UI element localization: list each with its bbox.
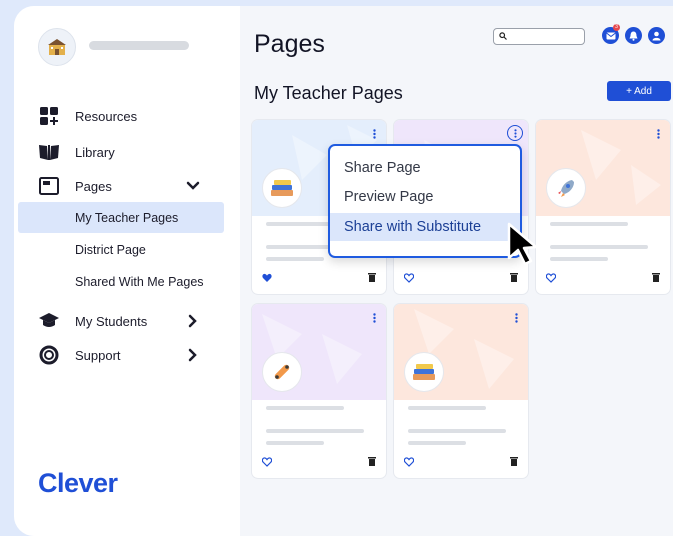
page-card[interactable] <box>536 120 670 294</box>
text-placeholder <box>266 429 364 433</box>
lifebuoy-icon <box>38 344 60 366</box>
sidebar-item-label: Shared With Me Pages <box>75 274 204 289</box>
page-card[interactable] <box>394 304 528 478</box>
text-placeholder <box>266 257 324 261</box>
text-placeholder <box>408 406 486 410</box>
chevron-right-icon[interactable] <box>186 348 200 362</box>
search-input[interactable] <box>493 28 585 45</box>
text-placeholder <box>550 257 608 261</box>
context-menu: Share Page Preview Page Share with Subst… <box>328 144 522 258</box>
nav-my-students[interactable]: My Students <box>14 305 240 337</box>
more-options-icon[interactable] <box>368 311 380 325</box>
nav-resources-label: Resources <box>75 108 138 124</box>
text-placeholder <box>408 429 506 433</box>
sidebar: Resources Library Pages My Teacher Pages… <box>14 6 240 536</box>
notifications-button[interactable] <box>625 27 642 44</box>
section-title: My Teacher Pages <box>254 83 403 103</box>
text-placeholder <box>408 441 466 445</box>
text-placeholder <box>266 406 344 410</box>
menu-item-label: Share Page <box>344 160 421 176</box>
more-options-icon[interactable] <box>510 311 522 325</box>
graduation-cap-icon <box>38 310 60 332</box>
heart-filled-icon[interactable] <box>262 273 272 283</box>
trash-icon[interactable] <box>510 272 518 282</box>
menu-item-label: Share with Substitute <box>344 219 482 235</box>
trash-icon[interactable] <box>652 272 660 282</box>
nav-support[interactable]: Support <box>14 339 240 371</box>
nav-pages[interactable]: Pages <box>14 170 240 202</box>
add-page-button[interactable]: + Add <box>607 81 671 101</box>
heart-outline-icon[interactable] <box>404 273 414 283</box>
trash-icon[interactable] <box>368 456 376 466</box>
mail-icon <box>605 32 616 39</box>
text-placeholder <box>266 441 324 445</box>
sidebar-item-label: District Page <box>75 242 146 257</box>
chevron-right-icon[interactable] <box>186 314 200 328</box>
account-button[interactable] <box>648 27 665 44</box>
school-building-icon <box>48 39 66 55</box>
bell-icon <box>629 31 638 41</box>
books-stack-icon <box>262 168 302 208</box>
more-options-icon[interactable] <box>368 127 380 141</box>
user-name-placeholder <box>89 41 189 50</box>
more-options-icon[interactable] <box>507 125 523 141</box>
rocket-icon <box>546 168 586 208</box>
sidebar-item-district-page[interactable]: District Page <box>18 234 224 265</box>
trash-icon[interactable] <box>510 456 518 466</box>
page-card[interactable] <box>252 304 386 478</box>
nav-library-label: Library <box>75 144 115 160</box>
messages-button[interactable]: 3 <box>602 24 620 44</box>
nav-resources[interactable]: Resources <box>14 100 240 132</box>
menu-item-label: Preview Page <box>344 189 434 205</box>
nav-library[interactable]: Library <box>14 136 240 168</box>
grid-plus-icon <box>38 105 60 127</box>
text-placeholder <box>550 222 628 226</box>
nav-pages-label: Pages <box>75 178 112 194</box>
nav-my-students-label: My Students <box>75 313 148 329</box>
sidebar-item-label: My Teacher Pages <box>75 210 179 225</box>
books-stack-icon <box>404 352 444 392</box>
text-placeholder <box>550 245 648 249</box>
main-content: Pages 3 My Teacher Pages + Add <box>240 6 673 536</box>
page-title: Pages <box>254 30 325 58</box>
chevron-down-icon[interactable] <box>186 179 200 193</box>
sidebar-item-my-teacher-pages[interactable]: My Teacher Pages <box>18 202 224 233</box>
heart-outline-icon[interactable] <box>262 457 272 467</box>
school-logo-avatar[interactable] <box>38 28 76 66</box>
menu-item-share-page[interactable]: Share Page <box>330 154 520 182</box>
nav-support-label: Support <box>75 347 121 363</box>
notification-badge: 3 <box>613 24 620 31</box>
sidebar-item-shared-with-me-pages[interactable]: Shared With Me Pages <box>18 266 224 297</box>
more-options-icon[interactable] <box>652 127 664 141</box>
menu-item-preview-page[interactable]: Preview Page <box>330 183 520 211</box>
heart-outline-icon[interactable] <box>546 273 556 283</box>
heart-outline-icon[interactable] <box>404 457 414 467</box>
clever-logo: Clever <box>38 468 118 498</box>
trash-icon[interactable] <box>368 272 376 282</box>
book-open-icon <box>38 141 60 163</box>
pages-window-icon <box>38 175 60 197</box>
user-icon <box>652 31 661 40</box>
app-window: Resources Library Pages My Teacher Pages… <box>14 6 673 536</box>
mouse-cursor-icon <box>507 222 538 266</box>
search-icon <box>499 32 507 40</box>
skateboard-icon <box>262 352 302 392</box>
menu-item-share-with-substitute[interactable]: Share with Substitute <box>330 213 520 241</box>
